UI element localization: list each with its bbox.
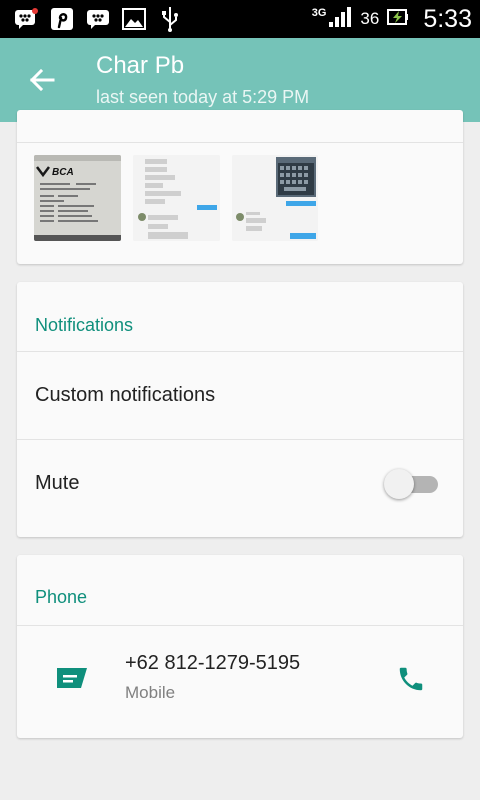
divider — [17, 625, 463, 626]
media-thumbnail-chat-screenshot[interactable] — [133, 155, 220, 241]
media-card: BCA — [17, 110, 463, 264]
message-icon — [57, 668, 87, 688]
phone-card: Phone +62 812-1279-5195 Mobile — [17, 555, 463, 738]
call-button[interactable] — [391, 659, 431, 699]
status-bar: 3G 36 5:33 — [0, 0, 480, 38]
battery-level: 36 — [360, 9, 380, 28]
bbm-icon — [86, 7, 110, 31]
notifications-card: Notifications Custom notifications Mute — [17, 282, 463, 537]
mute-label[interactable]: Mute — [35, 472, 79, 495]
bbm-notification-icon — [14, 7, 38, 31]
bca-logo: BCA — [52, 167, 74, 178]
signal-icon — [328, 6, 352, 33]
mute-toggle[interactable] — [384, 467, 442, 501]
phone-type-label: Mobile — [125, 683, 176, 702]
divider — [17, 351, 463, 352]
arrow-back-icon — [29, 68, 55, 92]
divider — [17, 439, 463, 440]
media-thumbnail-keyboard-screenshot[interactable] — [232, 155, 318, 241]
phone-heading: Phone — [35, 587, 88, 607]
notifications-heading: Notifications — [35, 315, 134, 335]
divider — [17, 142, 463, 143]
clock: 5:33 — [423, 4, 472, 33]
image-icon — [122, 7, 146, 31]
phone-number[interactable]: +62 812-1279-5195 — [125, 652, 300, 675]
toggle-thumb — [384, 469, 414, 499]
last-seen: last seen today at 5:29 PM — [96, 87, 310, 107]
battery-charging-icon — [387, 7, 409, 32]
phone-icon — [399, 667, 423, 691]
message-button[interactable] — [53, 660, 89, 696]
usb-icon — [158, 7, 182, 32]
network-type-label: 3G — [311, 7, 327, 19]
back-button[interactable] — [22, 60, 62, 100]
media-thumbnail-receipt[interactable]: BCA — [34, 155, 121, 241]
pinterest-icon — [50, 7, 74, 31]
custom-notifications-item[interactable]: Custom notifications — [35, 384, 215, 407]
contact-name[interactable]: Char Pb — [96, 52, 184, 80]
